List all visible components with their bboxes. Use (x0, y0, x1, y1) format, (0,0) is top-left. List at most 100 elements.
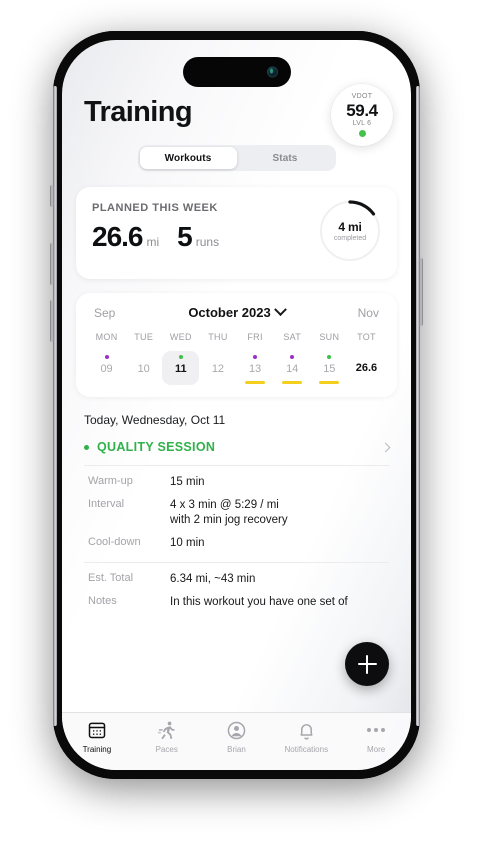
screenshot-stage: Training VDOT 59.4 LVL 6 Workouts Stats … (0, 0, 503, 841)
dow-sun: SUN (319, 332, 340, 342)
day-number: 14 (286, 363, 299, 375)
workout-row-value: 4 x 3 min @ 5:29 / mi with 2 min jog rec… (170, 498, 288, 527)
phone-screen: Training VDOT 59.4 LVL 6 Workouts Stats … (62, 40, 411, 770)
day-bar (97, 381, 117, 384)
tab-paces[interactable]: Paces (132, 719, 202, 754)
volume-down-button[interactable] (50, 300, 54, 342)
month-selector[interactable]: October 2023 (188, 303, 287, 320)
planned-week-card: PLANNED THIS WEEK 26.6 mi 5 runs 4 mi co… (76, 187, 397, 279)
workout-row-value: 15 min (170, 476, 205, 488)
dow-sat: SAT (283, 332, 302, 342)
completed-label: completed (333, 235, 367, 242)
person-icon (225, 719, 247, 741)
calendar-day[interactable]: 12 (199, 351, 236, 385)
training-app: Training VDOT 59.4 LVL 6 Workouts Stats … (62, 40, 411, 770)
tab-stats[interactable]: Stats (237, 147, 334, 169)
workout-row-value: 6.34 mi, ~43 min (170, 572, 256, 585)
power-button[interactable] (419, 258, 423, 326)
dow-fri: FRI (247, 332, 263, 342)
completed-distance: 4 mi (338, 220, 362, 234)
vdot-badge[interactable]: VDOT 59.4 LVL 6 (331, 84, 393, 146)
calendar-day[interactable]: 10 (125, 351, 162, 385)
calendar-nav: Sep October 2023 Nov (88, 303, 385, 320)
workout-row-value: In this workout you have one set of (170, 595, 348, 608)
tab-brian[interactable]: Brian (202, 719, 272, 754)
vdot-level: LVL 6 (352, 120, 372, 128)
tab-notifications[interactable]: Notifications (271, 719, 341, 754)
planned-runs-unit: runs (195, 235, 220, 249)
current-month-label: October 2023 (188, 305, 271, 320)
add-workout-button[interactable] (345, 642, 389, 686)
chevron-down-icon (273, 303, 287, 317)
workout-row: Warm-up 15 min (84, 466, 389, 489)
day-number: 13 (248, 363, 262, 375)
day-bar (171, 381, 191, 384)
bell-icon (295, 719, 317, 741)
calendar-day[interactable]: 11 (162, 351, 200, 385)
day-number: 15 (323, 363, 336, 375)
runner-icon (156, 719, 178, 741)
session-dot (84, 444, 89, 450)
calendar-grid: MON TUE WED THU FRI SAT SUN TOT 09 10 11… (88, 332, 385, 385)
week-total-cell: 26.6 (348, 351, 385, 385)
workout-row-key: Interval (88, 498, 125, 511)
segmented-control[interactable]: Workouts Stats (137, 145, 336, 171)
calendar-day[interactable]: 15 (311, 351, 348, 385)
calendar-icon (86, 719, 108, 741)
silence-switch[interactable] (50, 185, 54, 207)
dow-tue: TUE (134, 332, 154, 342)
planned-distance-value: 26.6 (92, 221, 143, 252)
day-bar (208, 381, 228, 384)
dow-mon: MON (95, 332, 118, 342)
phone-right-rail (416, 86, 420, 726)
session-title: QUALITY SESSION (97, 440, 216, 454)
calendar-day[interactable]: 13 (237, 351, 274, 385)
workout-row-key: Warm-up (88, 475, 133, 487)
planned-runs-value: 5 (177, 221, 193, 252)
tab-training[interactable]: Training (62, 719, 132, 754)
day-number: 10 (137, 363, 150, 375)
workout-row: Interval 4 x 3 min @ 5:29 / mi with 2 mi… (84, 489, 389, 527)
workout-row: Cool-down 10 min (84, 527, 389, 550)
day-dot (327, 355, 332, 359)
vdot-status-dot (358, 129, 366, 137)
tab-label: Notifications (284, 745, 329, 754)
workout-row-key: Est. Total (88, 571, 134, 584)
day-dot (216, 355, 220, 359)
day-dot (104, 355, 109, 359)
workout-row-key: Cool-down (88, 536, 141, 549)
plus-icon-vertical (365, 654, 369, 674)
prev-month-button[interactable]: Sep (94, 306, 115, 320)
calendar-card: Sep October 2023 Nov MON TUE WED THU FRI… (76, 293, 397, 397)
day-number: 11 (174, 363, 187, 375)
phone-left-rail (53, 86, 57, 726)
workout-row: Notes In this workout you have one set o… (84, 586, 389, 609)
day-bar (134, 381, 154, 384)
tab-label: Brian (227, 745, 246, 754)
day-number: 12 (211, 363, 225, 375)
chevron-right-icon[interactable] (380, 442, 391, 452)
dow-tot: TOT (357, 332, 376, 342)
calendar-day[interactable]: 09 (88, 351, 125, 385)
tab-more[interactable]: More (341, 719, 411, 754)
day-dot (290, 355, 295, 359)
workout-row: Est. Total 6.34 mi, ~43 min (84, 563, 389, 586)
ellipsis-icon (365, 719, 387, 741)
tab-workouts[interactable]: Workouts (139, 147, 237, 169)
dow-thu: THU (208, 332, 228, 342)
volume-up-button[interactable] (50, 243, 54, 285)
week-total-value: 26.6 (355, 362, 378, 374)
vdot-value: 59.4 (346, 100, 378, 120)
completion-ring-text: 4 mi completed (319, 200, 381, 262)
workout-row-value: 10 min (170, 537, 205, 550)
day-bar (282, 381, 303, 384)
calendar-day[interactable]: 14 (274, 351, 311, 385)
bottom-tab-bar: Training Paces Brian Notifications More (62, 712, 411, 770)
completion-ring: 4 mi completed (319, 200, 381, 262)
vdot-label: VDOT (351, 93, 373, 101)
session-header[interactable]: QUALITY SESSION (84, 440, 391, 454)
day-dot (253, 355, 258, 359)
tab-label: Paces (155, 745, 178, 754)
day-number: 09 (100, 363, 113, 375)
next-month-button[interactable]: Nov (358, 306, 379, 320)
